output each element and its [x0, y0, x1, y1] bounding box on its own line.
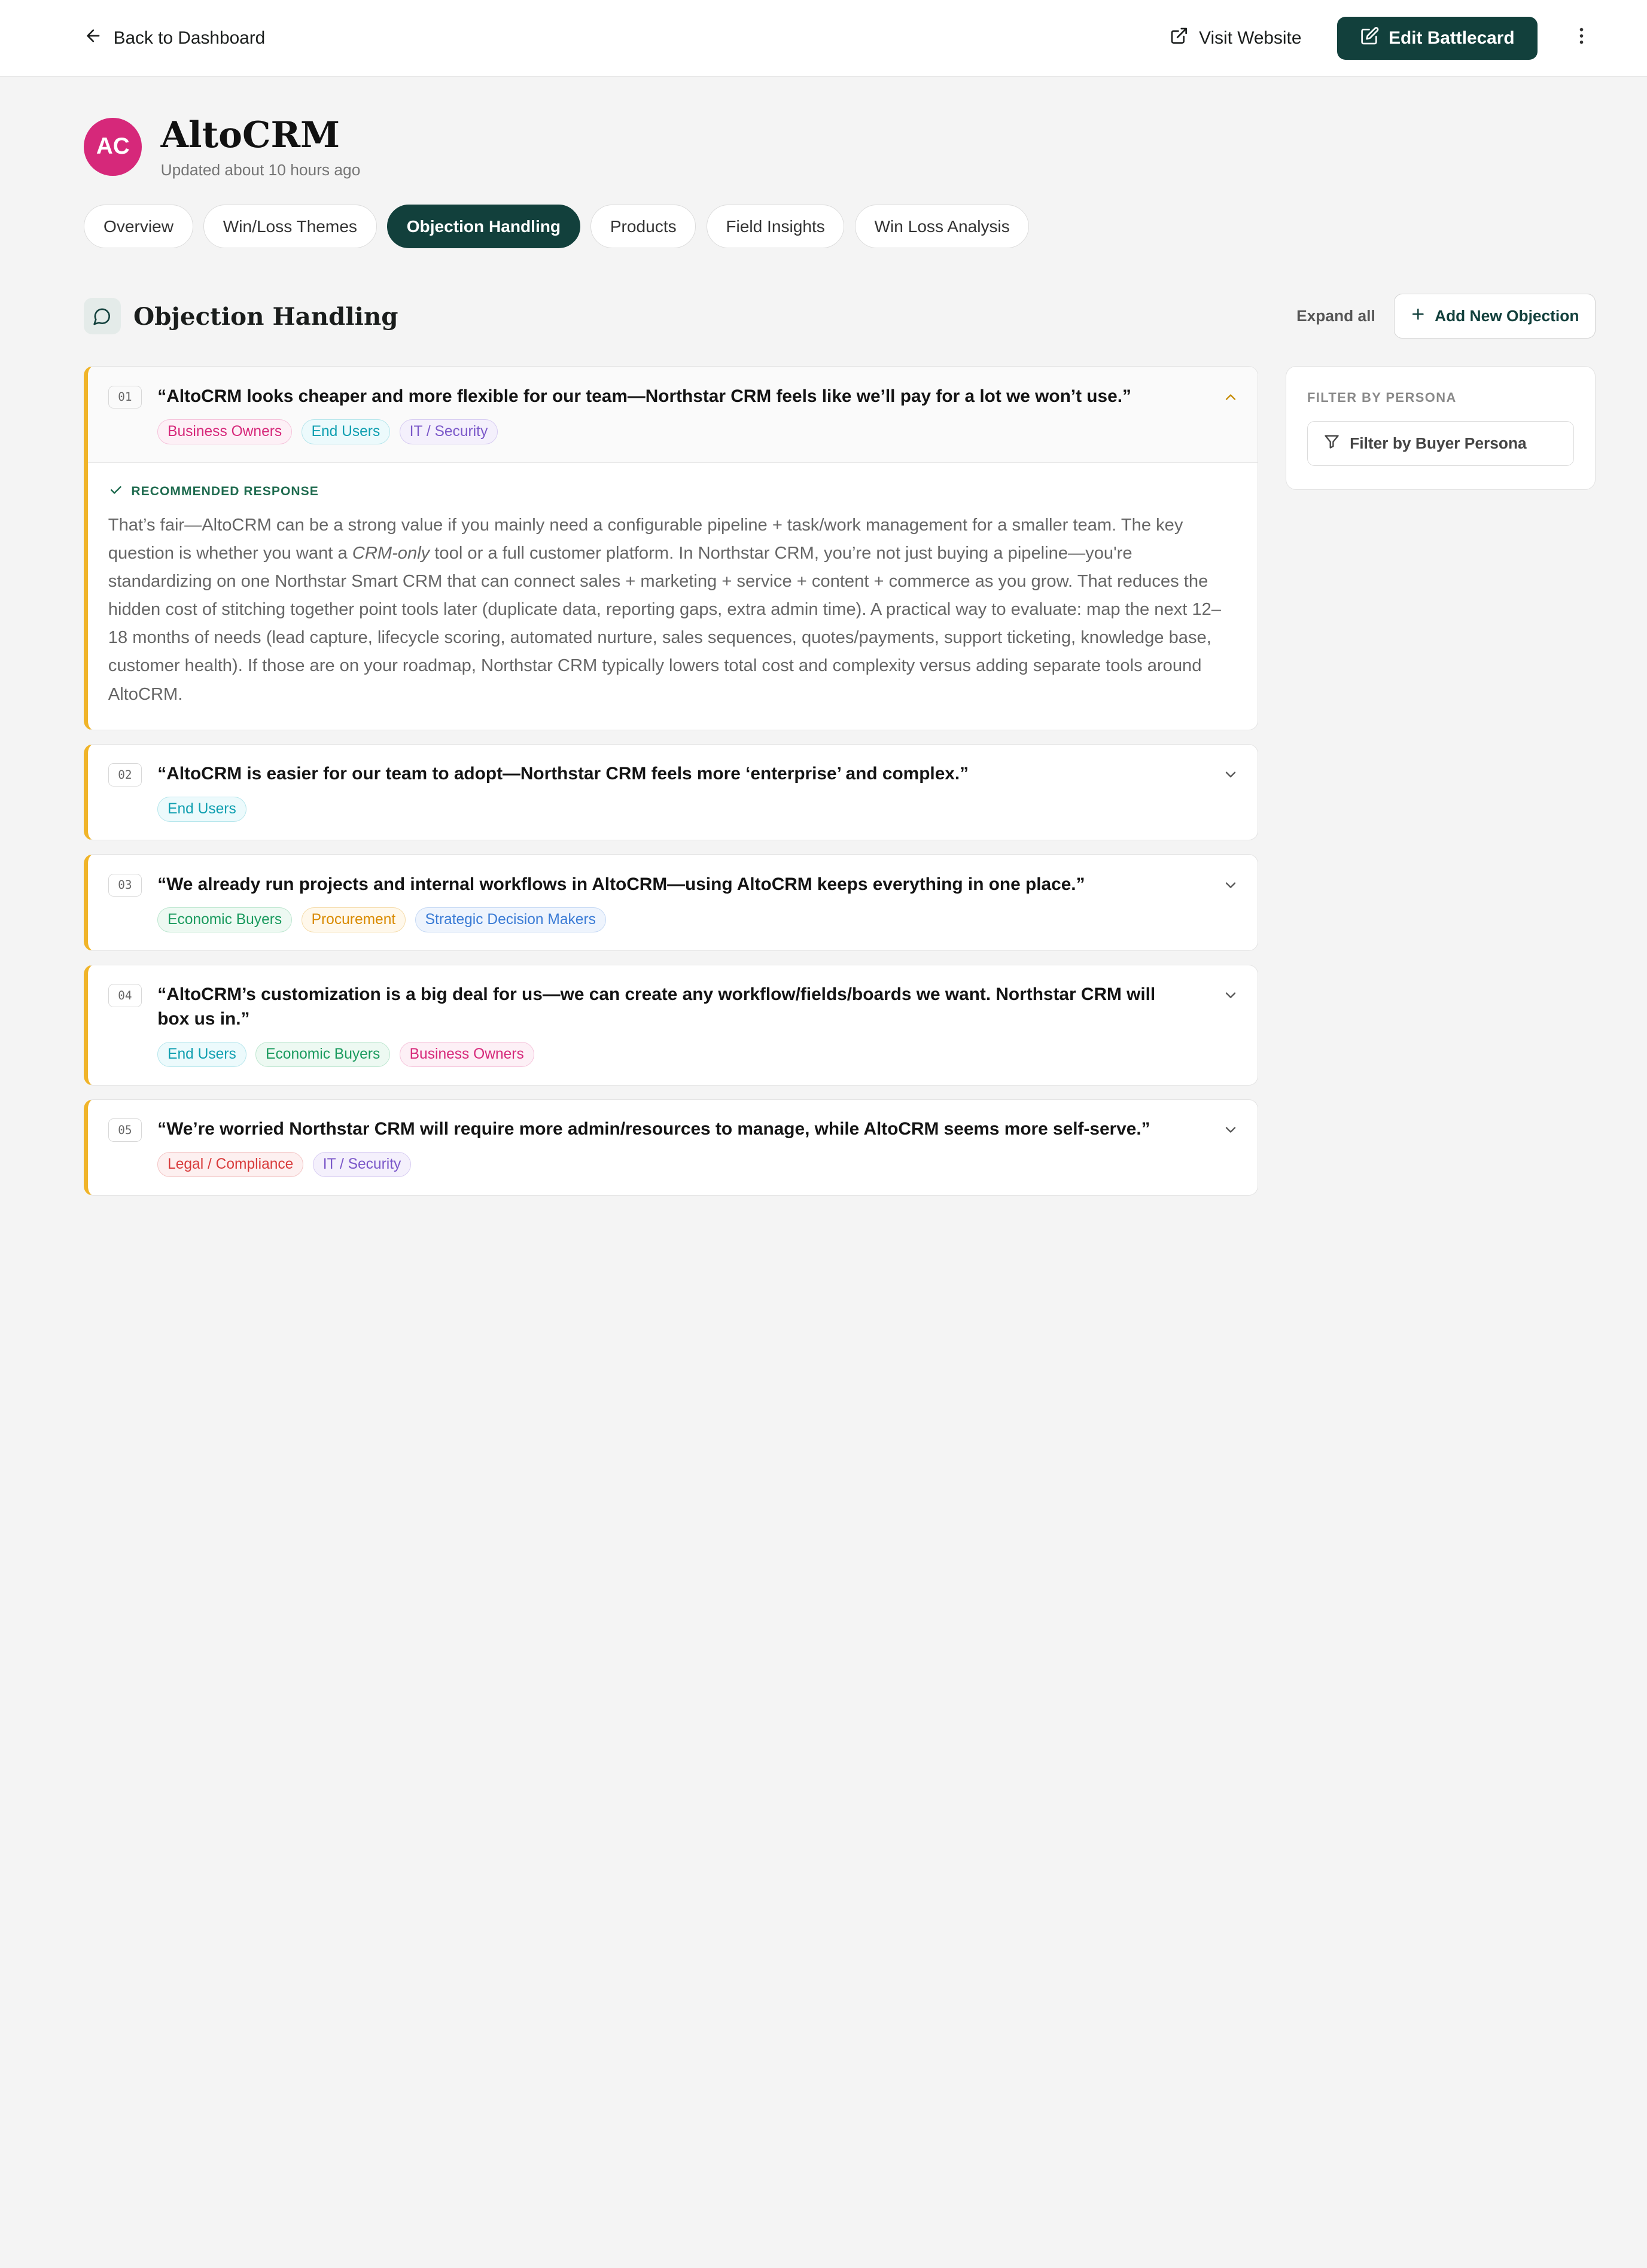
- section-title-wrap: Objection Handling: [84, 297, 398, 335]
- objection-number: 03: [108, 873, 142, 897]
- top-bar: Back to Dashboard Visit Website Edit Bat…: [0, 0, 1647, 77]
- visit-website-button[interactable]: Visit Website: [1150, 16, 1320, 60]
- filter-panel: FILTER BY PERSONA Filter by Buyer Person…: [1285, 366, 1596, 490]
- objection-body: “AltoCRM looks cheaper and more flexible…: [157, 385, 1222, 444]
- objection-card: 01 “AltoCRM looks cheaper and more flexi…: [84, 366, 1259, 730]
- persona-tags: Economic Buyers Procurement Strategic Deci…: [157, 907, 1222, 932]
- objection-text: “AltoCRM looks cheaper and more flexible…: [157, 386, 1131, 406]
- chevron-down-icon[interactable]: [1222, 987, 1239, 1004]
- company-info: AltoCRM Updated about 10 hours ago: [161, 114, 361, 179]
- objection-text: “We already run projects and internal wo…: [157, 874, 1085, 894]
- tab-products[interactable]: Products: [590, 204, 696, 249]
- objection-text: “We’re worried Northstar CRM will requir…: [157, 1119, 1150, 1139]
- top-actions: Visit Website Edit Battlecard: [1150, 16, 1594, 60]
- add-new-objection-button[interactable]: Add New Objection: [1394, 293, 1596, 339]
- objection-header[interactable]: 04 “AltoCRM’s customization is a big dea…: [88, 965, 1258, 1085]
- tab-objection-handling[interactable]: Objection Handling: [387, 204, 580, 249]
- section-title: Objection Handling: [133, 301, 398, 331]
- updated-timestamp: Updated about 10 hours ago: [160, 160, 361, 179]
- page: Back to Dashboard Visit Website Edit Bat…: [0, 0, 1647, 1291]
- persona-tag: Strategic Decision Makers: [415, 907, 606, 932]
- filter-label: FILTER BY PERSONA: [1307, 389, 1457, 405]
- arrow-left-icon: [84, 26, 103, 50]
- edit-battlecard-button[interactable]: Edit Battlecard: [1337, 16, 1538, 60]
- persona-tag: Legal / Compliance: [157, 1152, 304, 1178]
- persona-tag: Economic Buyers: [255, 1041, 391, 1067]
- section-header: Objection Handling Expand all Add New Ob…: [0, 248, 1647, 339]
- chevron-up-icon[interactable]: [1222, 389, 1239, 406]
- chevron-down-icon[interactable]: [1222, 766, 1239, 783]
- more-vertical-icon: [1579, 28, 1584, 48]
- objection-header[interactable]: 03 “We already run projects and internal…: [88, 855, 1258, 950]
- response-text-emphasis: CRM-only: [352, 544, 430, 563]
- company-name: AltoCRM: [160, 114, 340, 157]
- filter-icon: [1323, 433, 1340, 454]
- back-to-dashboard-link[interactable]: Back to Dashboard: [84, 26, 265, 50]
- objection-body: “We already run projects and internal wo…: [157, 873, 1222, 932]
- objection-text: “AltoCRM’s customization is a big deal f…: [157, 984, 1156, 1029]
- tab-win-loss-themes[interactable]: Win/Loss Themes: [203, 204, 377, 249]
- objection-header[interactable]: 01 “AltoCRM looks cheaper and more flexi…: [88, 367, 1258, 463]
- persona-tag: Business Owners: [399, 1041, 534, 1067]
- back-label: Back to Dashboard: [113, 28, 266, 48]
- objection-number: 04: [108, 984, 142, 1007]
- response-text-end: tool or a full customer platform. In Nor…: [108, 544, 1221, 704]
- response-label: RECOMMENDED RESPONSE: [131, 484, 319, 499]
- persona-tags: Legal / Compliance IT / Security: [157, 1152, 1222, 1178]
- objection-number: 01: [108, 385, 142, 409]
- tab-bar: Overview Win/Loss Themes Objection Handlin…: [0, 179, 1647, 249]
- tab-win-loss-analysis[interactable]: Win Loss Analysis: [854, 204, 1030, 249]
- objection-number: 02: [108, 763, 142, 787]
- persona-tag: IT / Security: [312, 1152, 412, 1178]
- objection-body: “AltoCRM’s customization is a big deal f…: [157, 983, 1222, 1067]
- persona-tag: End Users: [157, 797, 246, 822]
- recommended-response: RECOMMENDED RESPONSE That’s fair—AltoCRM…: [88, 463, 1258, 730]
- persona-tags: End Users Economic Buyers Business Owners: [157, 1041, 1222, 1067]
- objection-body: “AltoCRM is easier for our team to adopt…: [157, 762, 1222, 822]
- more-options-button[interactable]: [1569, 22, 1594, 54]
- add-new-objection-label: Add New Objection: [1435, 307, 1579, 325]
- persona-filter-select[interactable]: Filter by Buyer Persona: [1307, 420, 1574, 467]
- tab-overview[interactable]: Overview: [84, 204, 193, 249]
- response-label-row: RECOMMENDED RESPONSE: [108, 483, 1235, 501]
- persona-tags: Business Owners End Users IT / Security: [157, 419, 1222, 444]
- persona-tag: IT / Security: [399, 419, 498, 444]
- response-text: That’s fair—AltoCRM can be a strong valu…: [108, 511, 1235, 708]
- objection-number: 05: [108, 1118, 142, 1142]
- chevron-down-icon[interactable]: [1222, 1121, 1239, 1138]
- persona-tag: End Users: [157, 1041, 246, 1067]
- objection-body: “We’re worried Northstar CRM will requir…: [157, 1117, 1222, 1178]
- objection-header[interactable]: 05 “We’re worried Northstar CRM will req…: [88, 1100, 1258, 1196]
- visit-website-label: Visit Website: [1199, 28, 1302, 48]
- objection-card: 02 “AltoCRM is easier for our team to ad…: [84, 743, 1259, 841]
- section-actions: Expand all Add New Objection: [1296, 293, 1596, 339]
- main-content: 01 “AltoCRM looks cheaper and more flexi…: [0, 339, 1647, 1196]
- objection-card: 05 “We’re worried Northstar CRM will req…: [84, 1099, 1259, 1196]
- check-icon: [108, 483, 123, 501]
- tab-field-insights[interactable]: Field Insights: [706, 204, 845, 249]
- external-link-icon: [1170, 26, 1189, 50]
- edit-icon: [1360, 26, 1380, 50]
- persona-tag: Procurement: [301, 907, 406, 932]
- objection-card: 04 “AltoCRM’s customization is a big dea…: [84, 964, 1259, 1086]
- company-avatar: AC: [84, 118, 142, 176]
- persona-tag: Business Owners: [157, 419, 292, 444]
- edit-battlecard-label: Edit Battlecard: [1389, 28, 1515, 48]
- persona-tags: End Users: [157, 797, 1222, 822]
- objection-header[interactable]: 02 “AltoCRM is easier for our team to ad…: [88, 745, 1258, 840]
- plus-icon: [1411, 307, 1426, 326]
- persona-tag: Economic Buyers: [157, 907, 292, 932]
- company-header: AC AltoCRM Updated about 10 hours ago: [0, 77, 1647, 179]
- chevron-down-icon[interactable]: [1222, 877, 1239, 894]
- persona-filter-placeholder: Filter by Buyer Persona: [1350, 434, 1527, 453]
- expand-all-button[interactable]: Expand all: [1296, 307, 1375, 325]
- message-circle-icon: [84, 297, 121, 335]
- objection-text: “AltoCRM is easier for our team to adopt…: [157, 764, 969, 784]
- objection-list: 01 “AltoCRM looks cheaper and more flexi…: [84, 366, 1259, 1196]
- persona-tag: End Users: [301, 419, 391, 444]
- objection-card: 03 “We already run projects and internal…: [84, 854, 1259, 951]
